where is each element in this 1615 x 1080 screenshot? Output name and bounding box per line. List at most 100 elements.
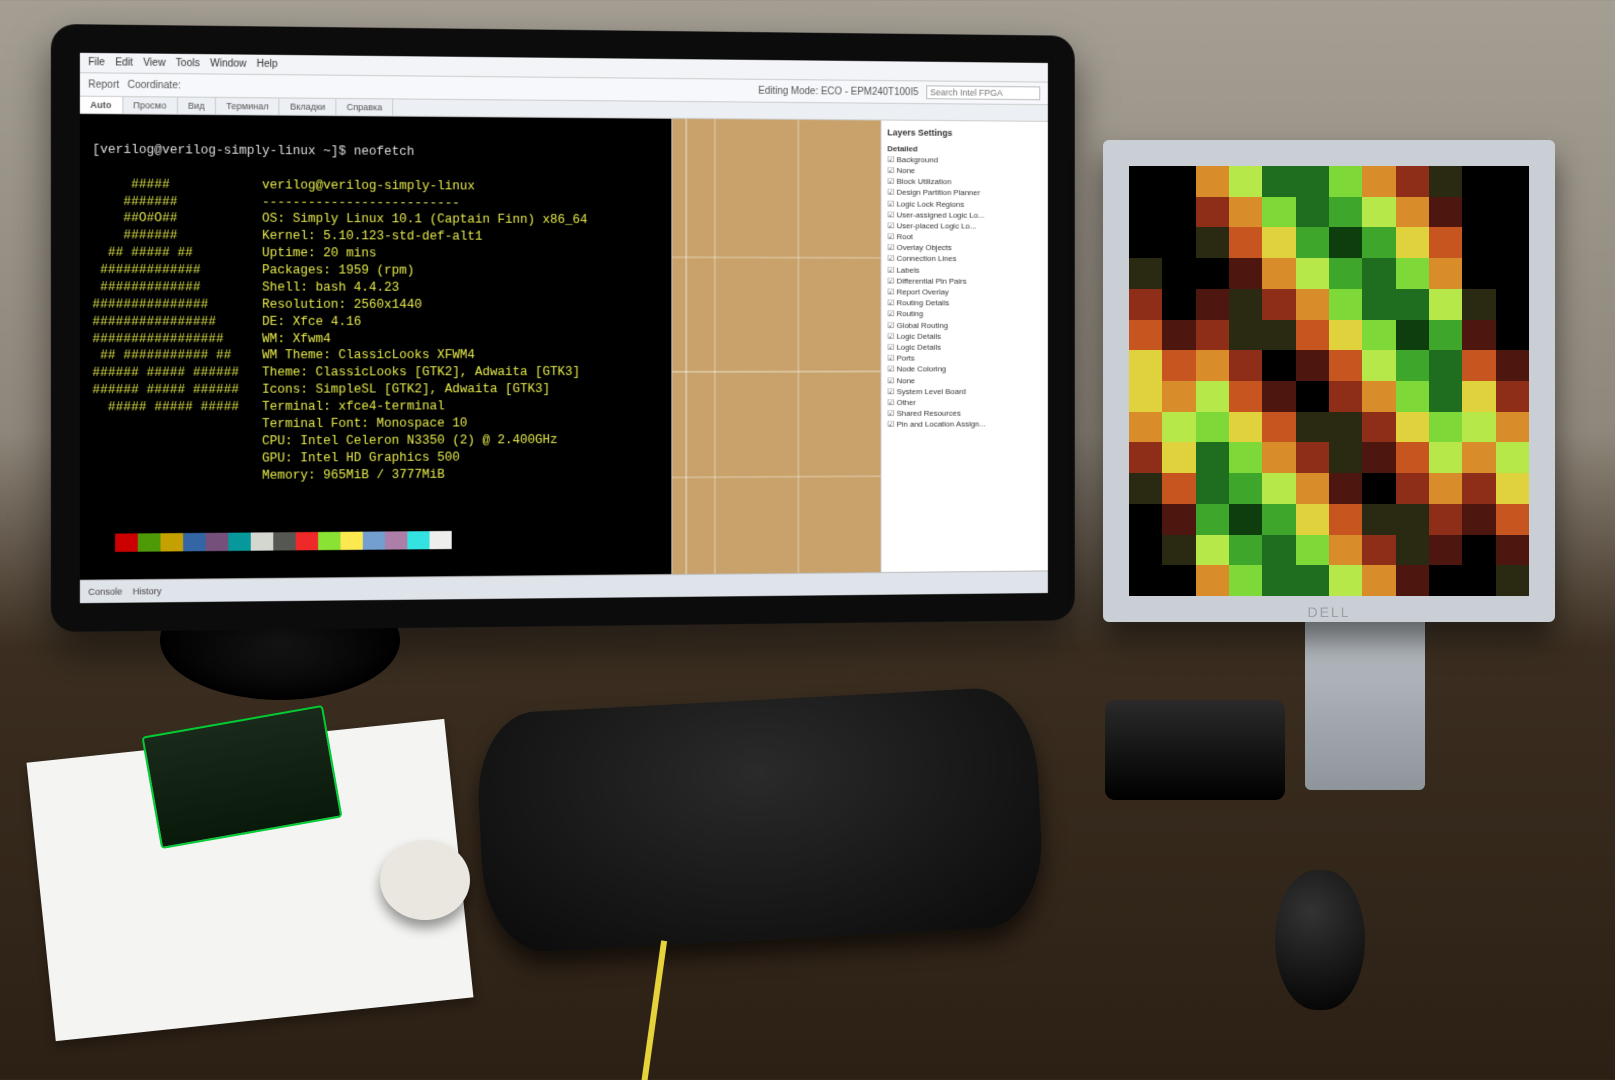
layer-item[interactable]: Ports bbox=[887, 353, 1042, 364]
menu-view[interactable]: View bbox=[143, 58, 165, 69]
mosaic-cell bbox=[1462, 289, 1495, 320]
mosaic-cell bbox=[1229, 412, 1262, 443]
layer-item[interactable]: Pin and Location Assign... bbox=[887, 419, 1042, 431]
mosaic-cell bbox=[1329, 381, 1362, 412]
menu-help[interactable]: Help bbox=[257, 59, 278, 70]
layer-item[interactable]: Logic Details bbox=[887, 331, 1042, 342]
mosaic-cell bbox=[1362, 320, 1395, 351]
layer-item[interactable]: Block Utilization bbox=[887, 176, 1042, 188]
mosaic-cell bbox=[1196, 227, 1229, 258]
search-input[interactable] bbox=[926, 85, 1040, 100]
mosaic-cell bbox=[1229, 535, 1262, 566]
keyboard bbox=[474, 686, 1046, 955]
mosaic-cell bbox=[1396, 258, 1429, 289]
mosaic-cell bbox=[1229, 442, 1262, 473]
mosaic-cell bbox=[1396, 381, 1429, 412]
mosaic-cell bbox=[1262, 197, 1295, 228]
swatch bbox=[251, 532, 273, 550]
tab-help[interactable]: Справка bbox=[336, 99, 393, 116]
layer-item[interactable]: Report Overlay bbox=[887, 287, 1042, 298]
menu-edit[interactable]: Edit bbox=[115, 57, 133, 68]
mosaic-cell bbox=[1362, 350, 1395, 381]
mosaic-cell bbox=[1196, 289, 1229, 320]
swatch bbox=[160, 533, 183, 551]
mosaic-cell bbox=[1462, 320, 1495, 351]
tab-terminal[interactable]: Терминал bbox=[216, 98, 280, 115]
layer-item[interactable]: Differential Pin Pairs bbox=[887, 275, 1042, 286]
tab-view2[interactable]: Вид bbox=[178, 98, 216, 115]
layer-item[interactable]: Overlay Objects bbox=[887, 242, 1042, 254]
monitor2-brand: DELL bbox=[1129, 604, 1529, 620]
mosaic-cell bbox=[1462, 535, 1495, 566]
mosaic-cell bbox=[1462, 504, 1495, 535]
mosaic-cell bbox=[1496, 350, 1529, 381]
mosaic-cell bbox=[1329, 258, 1362, 289]
layer-item[interactable]: Design Partition Planner bbox=[887, 187, 1042, 199]
mosaic-cell bbox=[1196, 350, 1229, 381]
menu-file[interactable]: File bbox=[88, 57, 105, 68]
mosaic-cell bbox=[1262, 320, 1295, 351]
mosaic-cell bbox=[1262, 473, 1295, 504]
layer-item[interactable]: None bbox=[887, 375, 1042, 386]
toolbar-report[interactable]: Report bbox=[88, 79, 119, 90]
mosaic-cell bbox=[1296, 412, 1329, 443]
layer-item[interactable]: Logic Details bbox=[887, 342, 1042, 353]
mosaic-cell bbox=[1496, 381, 1529, 412]
mosaic-cell bbox=[1262, 258, 1295, 289]
layer-item[interactable]: Routing bbox=[887, 309, 1042, 320]
swatch bbox=[92, 534, 115, 553]
terminal-pane[interactable]: [verilog@verilog-simply-linux ~]$ neofet… bbox=[80, 114, 671, 583]
color-swatches bbox=[92, 529, 659, 552]
layer-item[interactable]: User-placed Logic Lo... bbox=[887, 220, 1042, 232]
mosaic-cell bbox=[1496, 289, 1529, 320]
mosaic-cell bbox=[1196, 442, 1229, 473]
neofetch-ascii: ##### verilog@verilog-simply-linux #####… bbox=[92, 177, 587, 483]
mosaic-cell bbox=[1162, 535, 1195, 566]
mosaic-cell bbox=[1262, 535, 1295, 566]
layer-item[interactable]: Root bbox=[887, 231, 1042, 243]
tab-tabs[interactable]: Вкладки bbox=[280, 98, 337, 115]
mosaic-cell bbox=[1229, 565, 1262, 596]
layers-section: Detailed bbox=[887, 144, 917, 153]
layer-item[interactable]: Routing Details bbox=[887, 298, 1042, 309]
secondary-monitor: DELL bbox=[1103, 140, 1555, 622]
layer-item[interactable]: Global Routing bbox=[887, 320, 1042, 331]
tab-auto[interactable]: Auto bbox=[80, 97, 123, 114]
mosaic-cell bbox=[1429, 473, 1462, 504]
menu-tools[interactable]: Tools bbox=[176, 58, 200, 69]
layer-item[interactable]: Shared Resources bbox=[887, 408, 1042, 420]
mosaic-cell bbox=[1329, 412, 1362, 443]
swatch bbox=[318, 532, 340, 550]
mosaic-cell bbox=[1329, 350, 1362, 381]
mosaic-cell bbox=[1496, 258, 1529, 289]
mosaic-cell bbox=[1396, 289, 1429, 320]
mosaic-cell bbox=[1129, 565, 1162, 596]
layer-item[interactable]: Node Coloring bbox=[887, 364, 1042, 375]
tab-view1[interactable]: Просмо bbox=[123, 97, 178, 114]
mosaic-cell bbox=[1296, 504, 1329, 535]
layer-item[interactable]: User-assigned Logic Lo... bbox=[887, 209, 1042, 221]
mosaic-cell bbox=[1229, 350, 1262, 381]
layer-item[interactable]: Labels bbox=[887, 264, 1042, 275]
mosaic-cell bbox=[1162, 504, 1195, 535]
taskbar-console[interactable]: Console bbox=[88, 586, 122, 597]
mosaic-cell bbox=[1262, 381, 1295, 412]
menu-window[interactable]: Window bbox=[210, 58, 246, 70]
taskbar-history[interactable]: History bbox=[133, 586, 162, 596]
layer-item[interactable]: Other bbox=[887, 397, 1042, 408]
layer-item[interactable]: System Level Board bbox=[887, 386, 1042, 397]
chip-planner-canvas[interactable] bbox=[671, 119, 880, 577]
mosaic-cell bbox=[1329, 289, 1362, 320]
mosaic-cell bbox=[1296, 258, 1329, 289]
layer-item[interactable]: None bbox=[887, 165, 1042, 177]
swatch bbox=[138, 533, 161, 551]
layer-item[interactable]: Logic Lock Regions bbox=[887, 198, 1042, 210]
mosaic-cell bbox=[1196, 473, 1229, 504]
layer-item[interactable]: Connection Lines bbox=[887, 253, 1042, 264]
mosaic-cell bbox=[1362, 535, 1395, 566]
mosaic-cell bbox=[1429, 166, 1462, 197]
mosaic-cell bbox=[1229, 227, 1262, 258]
mosaic-cell bbox=[1296, 320, 1329, 351]
mosaic-cell bbox=[1296, 535, 1329, 566]
mosaic-cell bbox=[1129, 350, 1162, 381]
